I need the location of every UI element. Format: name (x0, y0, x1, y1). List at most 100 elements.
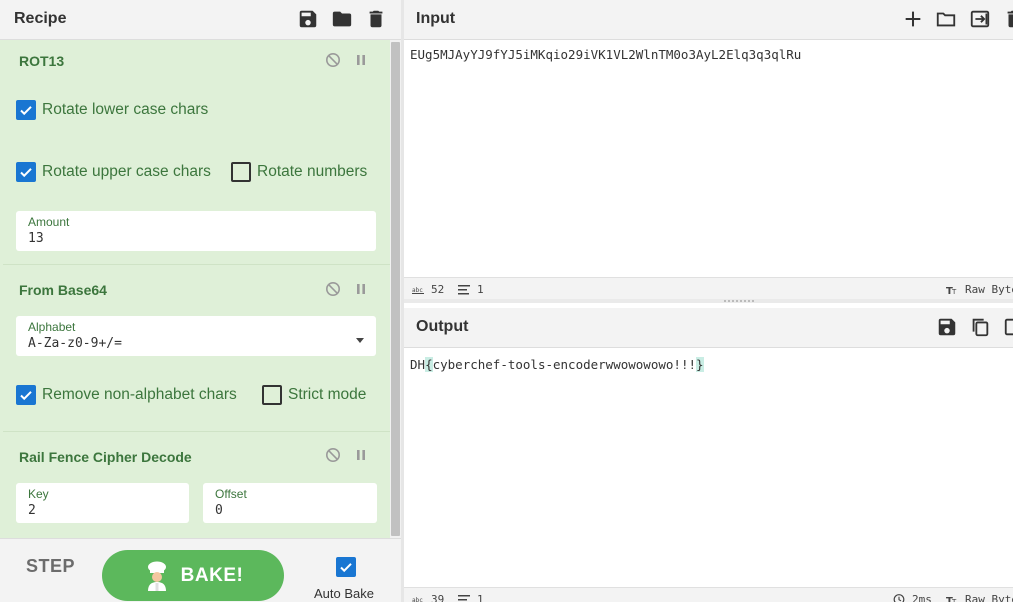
dropdown-caret-icon[interactable] (356, 338, 364, 343)
output-length: abc 39 (412, 593, 444, 602)
checkbox-rotate-upper[interactable]: Rotate upper case chars (16, 162, 211, 182)
operation-title: ROT13 (19, 53, 65, 69)
output-lines-value: 1 (477, 593, 484, 602)
recipe-title: Recipe (14, 10, 67, 27)
trash-icon[interactable] (365, 8, 387, 30)
checkbox-label: Rotate numbers (257, 163, 368, 180)
field-value: 13 (28, 231, 44, 246)
offset-field[interactable]: Offset 0 (203, 483, 377, 523)
key-field[interactable]: Key 2 (16, 483, 189, 523)
field-value: A-Za-z0-9+/= (28, 336, 122, 351)
checkbox-label: Strict mode (288, 386, 367, 403)
output-textarea[interactable]: DH{cyberchef-tools-encoderwwowowowo!!!} (410, 357, 704, 372)
checkbox-strict-mode[interactable]: Strict mode (262, 385, 366, 405)
text-size-icon: TT (946, 596, 957, 602)
svg-text:T: T (951, 288, 957, 295)
input-header: Input (404, 0, 1013, 40)
input-textarea[interactable]: EUg5MJAyYJ9fYJ5iMKqio29iVK1VL2WlnTM0o3Ay… (410, 47, 801, 62)
recipe-panel: Recipe ROT13 Rotate lower case chars Rot… (0, 0, 401, 602)
resizer-grip-icon[interactable] (724, 300, 754, 302)
input-length: abc 52 (412, 283, 444, 296)
alphabet-select[interactable]: Alphabet A-Za-z0-9+/= (16, 316, 376, 356)
output-status-bar: abc 39 1 2ms TT Raw Bytes (404, 587, 1013, 602)
output-brace-close: } (696, 357, 704, 372)
chef-icon (147, 561, 166, 591)
input-lines-value: 1 (477, 283, 484, 296)
checkbox-remove-non-alphabet[interactable]: Remove non-alphabet chars (16, 385, 237, 405)
auto-bake-label: Auto Bake (314, 586, 374, 601)
checkbox-checked-icon[interactable] (16, 385, 36, 405)
save-icon[interactable] (297, 8, 319, 30)
output-header: Output (404, 308, 1013, 348)
checkbox-unchecked-icon[interactable] (262, 385, 282, 405)
recipe-header: Recipe (0, 0, 401, 40)
character-count-icon: abc (412, 287, 424, 294)
bake-label: BAKE! (180, 564, 244, 586)
disable-operation-icon[interactable] (325, 52, 341, 68)
pause-operation-icon[interactable] (353, 52, 369, 68)
auto-bake-toggle[interactable]: Auto Bake (310, 557, 382, 601)
step-button[interactable]: STEP (26, 556, 75, 577)
output-length-value: 39 (431, 593, 445, 602)
operation-rail-fence-decode: Rail Fence Cipher Decode Key 2 Offset 0 (3, 432, 393, 538)
checkbox-label: Rotate lower case chars (42, 101, 209, 118)
save-icon[interactable] (936, 316, 958, 338)
bake-button[interactable]: BAKE! (102, 550, 284, 601)
field-label: Amount (28, 215, 70, 229)
input-encoding-value: Raw Bytes (965, 283, 1013, 296)
checkbox-rotate-lower[interactable]: Rotate lower case chars (16, 100, 208, 120)
field-label: Offset (215, 487, 247, 501)
output-encoding-value: Raw Bytes (965, 593, 1013, 602)
input-length-value: 52 (431, 283, 445, 296)
checkbox-rotate-numbers[interactable]: Rotate numbers (231, 162, 367, 182)
bake-time: 2ms (893, 593, 932, 602)
output-text-body: cyberchef-tools-encoderwwowowowo!!! (432, 357, 696, 372)
recipe-operation-list: ROT13 Rotate lower case chars Rotate upp… (0, 40, 401, 538)
disable-operation-icon[interactable] (325, 281, 341, 297)
input-title: Input (416, 10, 456, 27)
field-value: 2 (28, 503, 36, 518)
operation-title: From Base64 (19, 282, 107, 298)
output-encoding[interactable]: TT Raw Bytes (946, 593, 1013, 602)
io-resizer[interactable] (404, 299, 1013, 303)
sign-in-icon[interactable] (969, 8, 991, 30)
copy-icon[interactable] (969, 316, 991, 338)
output-title: Output (416, 318, 469, 335)
field-label: Key (28, 487, 49, 501)
character-count-icon: abc (412, 597, 423, 602)
line-count-icon (458, 285, 470, 295)
operation-rot13: ROT13 Rotate lower case chars Rotate upp… (3, 40, 393, 265)
field-value: 0 (215, 503, 223, 518)
svg-text:abc: abc (412, 287, 423, 294)
pause-operation-icon[interactable] (353, 281, 369, 297)
scrollbar-thumb[interactable] (391, 42, 400, 536)
checkbox-unchecked-icon[interactable] (231, 162, 251, 182)
recipe-scrollbar[interactable] (390, 40, 401, 538)
folder-icon[interactable] (935, 8, 957, 30)
input-encoding[interactable]: TT Raw Bytes (946, 283, 1013, 296)
input-lines: 1 (458, 283, 484, 296)
field-label: Alphabet (28, 320, 76, 334)
output-brace-open: { (425, 357, 433, 372)
line-count-icon (458, 595, 470, 601)
svg-text:abc: abc (412, 597, 423, 602)
checkbox-checked-icon[interactable] (16, 162, 36, 182)
checkbox-checked-icon[interactable] (16, 100, 36, 120)
output-text-prefix: DH (410, 357, 426, 372)
pause-operation-icon[interactable] (353, 447, 369, 463)
replace-input-icon[interactable] (1003, 316, 1013, 338)
checkbox-label: Rotate upper case chars (42, 163, 211, 180)
clock-icon (893, 594, 905, 602)
disable-operation-icon[interactable] (325, 447, 341, 463)
svg-text:T: T (951, 598, 957, 602)
checkbox-label: Remove non-alphabet chars (42, 386, 237, 403)
text-size-icon: TT (946, 286, 957, 295)
trash-icon[interactable] (1003, 8, 1013, 30)
plus-icon[interactable] (902, 8, 924, 30)
input-status-bar: abc 52 1 TT Raw Bytes (404, 277, 1013, 299)
folder-icon[interactable] (331, 8, 353, 30)
operation-title: Rail Fence Cipher Decode (19, 449, 192, 465)
bake-bar: STEP BAKE! Auto Bake (0, 538, 401, 602)
amount-field[interactable]: Amount 13 (16, 211, 376, 251)
checkbox-checked-icon[interactable] (336, 557, 356, 577)
